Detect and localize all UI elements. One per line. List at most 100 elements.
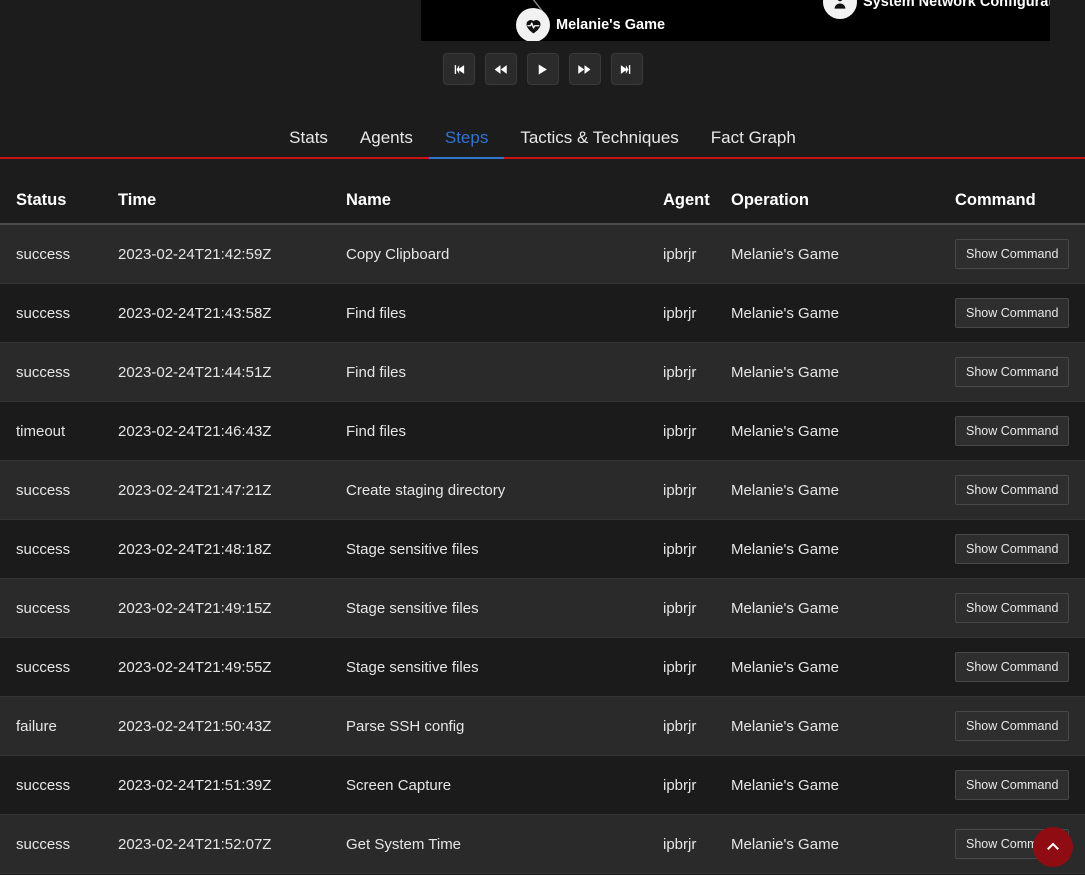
cell-command: Show Command — [949, 755, 1085, 815]
show-command-button[interactable]: Show Command — [955, 593, 1070, 623]
cell-time: 2023-02-24T21:43:58Z — [112, 283, 340, 343]
show-command-button[interactable]: Show Command — [955, 652, 1070, 682]
cell-name: Get System Time — [340, 814, 657, 874]
cell-name: Parse SSH config — [340, 696, 657, 756]
cell-agent: ipbrjr — [657, 401, 725, 461]
cell-agent: ipbrjr — [657, 342, 725, 402]
cell-command: Show Command — [949, 519, 1085, 579]
cell-status: timeout — [0, 401, 112, 461]
cell-operation: Melanie's Game — [725, 460, 949, 520]
show-command-button[interactable]: Show Command — [955, 534, 1070, 564]
cell-status: success — [0, 224, 112, 284]
column-header-operation[interactable]: Operation — [725, 181, 949, 225]
cell-command: Show Command — [949, 224, 1085, 284]
scroll-to-top-button[interactable] — [1033, 827, 1073, 867]
cell-agent: ipbrjr — [657, 519, 725, 579]
rewind-icon — [493, 62, 508, 77]
table-row[interactable]: success 2023-02-24T21:49:15Z Stage sensiti… — [0, 578, 1085, 638]
cell-time: 2023-02-24T21:51:39Z — [112, 755, 340, 815]
steps-table-container: Status Time Name Agent Operation Command… — [0, 181, 1085, 875]
cell-time: 2023-02-24T21:47:21Z — [112, 460, 340, 520]
table-row[interactable]: success 2023-02-24T21:51:39Z Screen Captur… — [0, 755, 1085, 815]
cell-agent: ipbrjr — [657, 814, 725, 874]
tab-steps[interactable]: Steps — [428, 122, 505, 159]
cell-command: Show Command — [949, 342, 1085, 402]
column-header-time[interactable]: Time — [112, 181, 340, 225]
cell-agent: ipbrjr — [657, 460, 725, 520]
tab-stats[interactable]: Stats — [273, 122, 344, 157]
cell-time: 2023-02-24T21:42:59Z — [112, 224, 340, 284]
cell-name: Find files — [340, 283, 657, 343]
show-command-button[interactable]: Show Command — [955, 298, 1070, 328]
cell-name: Stage sensitive files — [340, 519, 657, 579]
cell-agent: ipbrjr — [657, 637, 725, 697]
tab-fact-graph[interactable]: Fact Graph — [695, 122, 812, 157]
show-command-button[interactable]: Show Command — [955, 711, 1070, 741]
cell-name: Copy Clipboard — [340, 224, 657, 284]
graph-node-melanies-game[interactable]: Melanie's Game — [516, 8, 665, 41]
tab-tactics-techniques[interactable]: Tactics & Techniques — [504, 122, 694, 157]
rewind-button[interactable] — [484, 53, 517, 85]
column-header-agent[interactable]: Agent — [657, 181, 725, 225]
play-button[interactable] — [526, 53, 559, 85]
table-row[interactable]: failure 2023-02-24T21:50:43Z Parse SSH con… — [0, 696, 1085, 756]
heartbeat-icon — [516, 8, 550, 41]
detail-tabs: Stats Agents Steps Tactics & Techniques … — [0, 120, 1085, 159]
show-command-button[interactable]: Show Command — [955, 475, 1070, 505]
fast-forward-icon — [577, 62, 592, 77]
cell-operation: Melanie's Game — [725, 224, 949, 284]
show-command-button[interactable]: Show Command — [955, 239, 1070, 269]
show-command-button[interactable]: Show Command — [955, 416, 1070, 446]
cell-operation: Melanie's Game — [725, 696, 949, 756]
chevron-up-icon — [1044, 838, 1062, 856]
steps-table: Status Time Name Agent Operation Command… — [0, 181, 1085, 875]
column-header-command[interactable]: Command — [949, 181, 1085, 225]
cell-time: 2023-02-24T21:50:43Z — [112, 696, 340, 756]
cell-agent: ipbrjr — [657, 578, 725, 638]
cell-agent: ipbrjr — [657, 224, 725, 284]
show-command-button[interactable]: Show Command — [955, 770, 1070, 800]
cell-command: Show Command — [949, 401, 1085, 461]
cell-operation: Melanie's Game — [725, 342, 949, 402]
cell-time: 2023-02-24T21:49:55Z — [112, 637, 340, 697]
skip-to-start-button[interactable] — [442, 53, 475, 85]
cell-operation: Melanie's Game — [725, 578, 949, 638]
cell-agent: ipbrjr — [657, 696, 725, 756]
table-row[interactable]: timeout 2023-02-24T21:46:43Z Find files ipb… — [0, 401, 1085, 461]
table-row[interactable]: success 2023-02-24T21:47:21Z Create stagin… — [0, 460, 1085, 520]
cell-status: success — [0, 814, 112, 874]
graph-node-system-network-configuration[interactable]: System Network Configuration D — [823, 0, 1050, 19]
tab-agents[interactable]: Agents — [344, 122, 429, 157]
play-icon — [535, 62, 550, 77]
cell-name: Screen Capture — [340, 755, 657, 815]
table-row[interactable]: success 2023-02-24T21:43:58Z Find files ipb… — [0, 283, 1085, 343]
cell-command: Show Command — [949, 460, 1085, 520]
cell-status: success — [0, 342, 112, 402]
show-command-button[interactable]: Show Command — [955, 357, 1070, 387]
cell-status: success — [0, 755, 112, 815]
cell-command: Show Command — [949, 637, 1085, 697]
table-row[interactable]: success 2023-02-24T21:48:18Z Stage sensiti… — [0, 519, 1085, 579]
cell-operation: Melanie's Game — [725, 283, 949, 343]
playback-controls — [0, 53, 1085, 85]
cell-command: Show Command — [949, 578, 1085, 638]
cell-time: 2023-02-24T21:44:51Z — [112, 342, 340, 402]
skip-forward-icon — [619, 62, 634, 77]
cell-name: Stage sensitive files — [340, 578, 657, 638]
table-row[interactable]: success 2023-02-24T21:44:51Z Find files ipb… — [0, 342, 1085, 402]
table-row[interactable]: success 2023-02-24T21:42:59Z Copy Clipboar… — [0, 224, 1085, 284]
cell-status: success — [0, 460, 112, 520]
table-row[interactable]: success 2023-02-24T21:52:07Z Get System Ti… — [0, 814, 1085, 874]
table-header-row: Status Time Name Agent Operation Command — [0, 181, 1085, 225]
fast-forward-button[interactable] — [568, 53, 601, 85]
graph-node-label: System Network Configuration D — [863, 0, 1050, 10]
table-row[interactable]: success 2023-02-24T21:49:55Z Stage sensiti… — [0, 637, 1085, 697]
fact-graph-panel[interactable]: Melanie's Game System Network Configurat… — [421, 0, 1050, 41]
cell-agent: ipbrjr — [657, 283, 725, 343]
steps-table-head: Status Time Name Agent Operation Command — [0, 181, 1085, 225]
skip-to-end-button[interactable] — [610, 53, 643, 85]
cell-command: Show Command — [949, 696, 1085, 756]
column-header-name[interactable]: Name — [340, 181, 657, 225]
operation-detail-page: Melanie's Game System Network Configurat… — [0, 0, 1085, 875]
column-header-status[interactable]: Status — [0, 181, 112, 225]
